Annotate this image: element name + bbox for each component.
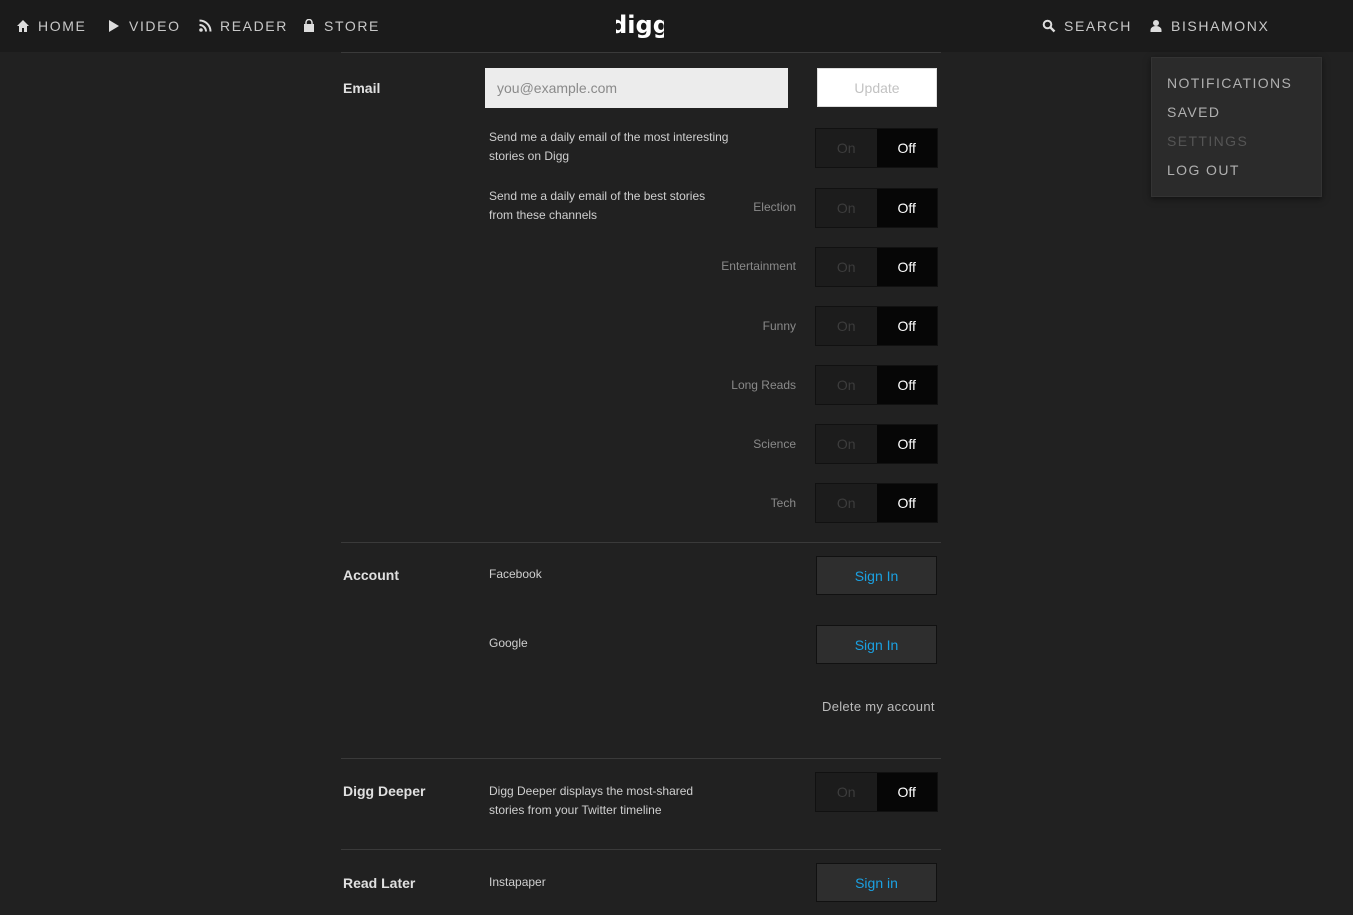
play-icon xyxy=(109,20,119,32)
daily-email-description: Send me a daily email of the most intere… xyxy=(489,130,729,163)
digg-logo[interactable]: digg xyxy=(616,11,664,41)
toggle-off[interactable]: Off xyxy=(876,189,937,227)
menu-log-out[interactable]: LOG OUT xyxy=(1167,162,1240,178)
divider xyxy=(341,849,941,850)
nav-home[interactable]: HOME xyxy=(16,17,86,35)
read-later-section-label: Read Later xyxy=(343,875,416,891)
google-sign-in-button[interactable]: Sign In xyxy=(816,625,937,664)
user-dropdown-menu: NOTIFICATIONS SAVED SETTINGS LOG OUT xyxy=(1151,57,1322,197)
digg-deeper-description: Digg Deeper displays the most-shared sto… xyxy=(489,784,694,817)
toggle-on[interactable]: On xyxy=(816,248,877,286)
nav-home-label: HOME xyxy=(38,18,87,34)
toggle-on[interactable]: On xyxy=(816,129,877,167)
toggle-on[interactable]: On xyxy=(816,307,877,345)
menu-saved[interactable]: SAVED xyxy=(1167,104,1220,120)
nav-video-label: VIDEO xyxy=(129,18,181,34)
facebook-label: Facebook xyxy=(489,567,542,581)
election-toggle[interactable]: On Off xyxy=(815,188,938,228)
toggle-off[interactable]: Off xyxy=(876,773,937,811)
instapaper-sign-in-button[interactable]: Sign in xyxy=(816,863,937,902)
top-nav: HOME VIDEO READER STORE digg SEARCH BISH… xyxy=(0,0,1353,52)
toggle-off[interactable]: Off xyxy=(876,307,937,345)
nav-user[interactable]: BISHAMONX xyxy=(1149,17,1269,35)
channel-label-entertainment: Entertainment xyxy=(721,259,796,273)
home-icon xyxy=(17,20,29,32)
digg-deeper-section-label: Digg Deeper xyxy=(343,783,426,799)
svg-text:digg: digg xyxy=(616,11,664,39)
entertainment-toggle[interactable]: On Off xyxy=(815,247,938,287)
bag-icon xyxy=(304,19,314,32)
tech-toggle[interactable]: On Off xyxy=(815,483,938,523)
channels-email-description: Send me a daily email of the best storie… xyxy=(489,189,706,222)
email-section-label: Email xyxy=(343,80,381,96)
toggle-on[interactable]: On xyxy=(816,773,877,811)
nav-user-label: BISHAMONX xyxy=(1171,18,1270,34)
channel-label-election: Election xyxy=(753,200,796,214)
menu-notifications[interactable]: NOTIFICATIONS xyxy=(1167,75,1292,91)
digg-deeper-toggle[interactable]: On Off xyxy=(815,772,938,812)
nav-store[interactable]: STORE xyxy=(302,17,380,35)
rss-icon xyxy=(199,19,212,32)
toggle-on[interactable]: On xyxy=(816,189,877,227)
toggle-on[interactable]: On xyxy=(816,484,877,522)
long-reads-toggle[interactable]: On Off xyxy=(815,365,938,405)
toggle-off[interactable]: Off xyxy=(876,425,937,463)
divider xyxy=(341,758,941,759)
toggle-off[interactable]: Off xyxy=(876,248,937,286)
toggle-off[interactable]: Off xyxy=(876,484,937,522)
google-label: Google xyxy=(489,636,528,650)
toggle-off[interactable]: Off xyxy=(876,366,937,404)
account-section-label: Account xyxy=(343,567,399,583)
funny-toggle[interactable]: On Off xyxy=(815,306,938,346)
nav-reader-label: READER xyxy=(220,18,288,34)
search-icon xyxy=(1042,19,1056,33)
nav-store-label: STORE xyxy=(324,18,380,34)
daily-email-toggle[interactable]: On Off xyxy=(815,128,938,168)
nav-video[interactable]: VIDEO xyxy=(107,17,181,35)
toggle-on[interactable]: On xyxy=(816,366,877,404)
instapaper-label: Instapaper xyxy=(489,875,546,889)
channel-label-funny: Funny xyxy=(762,319,796,333)
divider xyxy=(341,542,941,543)
facebook-sign-in-button[interactable]: Sign In xyxy=(816,556,937,595)
email-field[interactable] xyxy=(485,68,788,108)
delete-account-link[interactable]: Delete my account xyxy=(822,699,935,714)
nav-reader[interactable]: READER xyxy=(198,17,288,35)
update-button[interactable]: Update xyxy=(817,68,937,107)
channel-label-science: Science xyxy=(753,437,796,451)
toggle-off[interactable]: Off xyxy=(876,129,937,167)
toggle-on[interactable]: On xyxy=(816,425,877,463)
divider xyxy=(341,52,941,53)
user-icon xyxy=(1150,20,1162,32)
nav-search-label: SEARCH xyxy=(1064,18,1132,34)
channel-label-tech: Tech xyxy=(770,496,796,510)
menu-settings: SETTINGS xyxy=(1167,133,1249,149)
nav-search[interactable]: SEARCH xyxy=(1042,17,1132,35)
channel-label-long-reads: Long Reads xyxy=(731,378,796,392)
science-toggle[interactable]: On Off xyxy=(815,424,938,464)
